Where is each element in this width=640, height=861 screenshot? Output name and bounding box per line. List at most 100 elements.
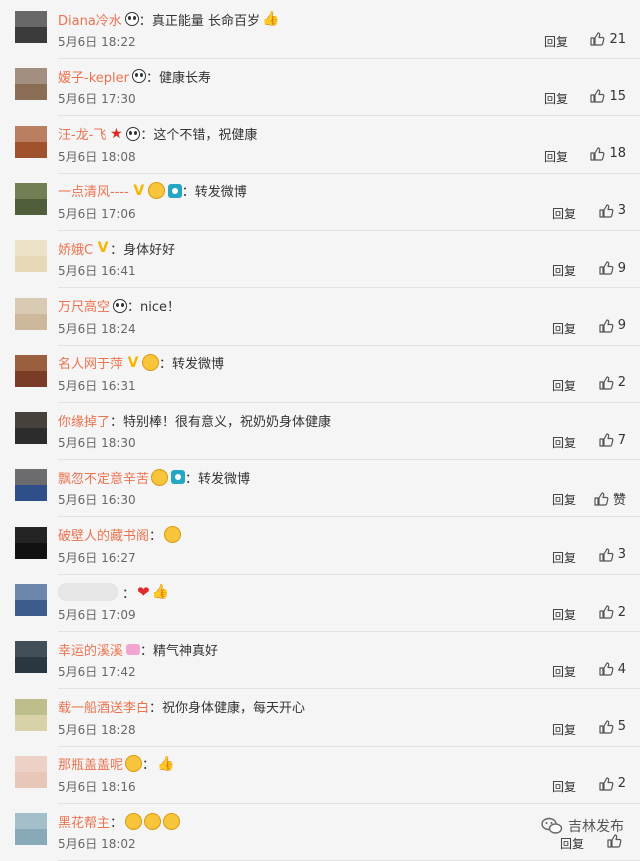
star-badge-icon: ★ — [109, 127, 123, 141]
username-link[interactable]: 你缘掉了 — [58, 411, 110, 430]
username-link[interactable]: 载一船酒送李白 — [58, 697, 149, 716]
like-button[interactable]: 21 — [589, 31, 626, 47]
username-link[interactable]: 一点清风---- — [58, 181, 129, 200]
avatar[interactable] — [15, 813, 47, 845]
username-link[interactable]: 嫒子-kepler — [58, 67, 129, 86]
like-count: 2 — [618, 375, 626, 390]
thumbs-up-icon — [598, 547, 618, 563]
username-link[interactable]: 幸运的溪溪 — [58, 640, 123, 659]
thumbs-up-icon — [598, 719, 618, 735]
avatar[interactable] — [15, 11, 47, 43]
username-link[interactable]: 那瓶盖盖呢 — [58, 754, 123, 773]
like-button[interactable]: 9 — [598, 318, 626, 334]
like-button[interactable]: 9 — [598, 260, 626, 276]
avatar[interactable] — [15, 183, 47, 215]
like-count: 9 — [618, 261, 626, 276]
like-button[interactable]: 3 — [598, 547, 626, 563]
separator: ： — [127, 296, 140, 315]
comment-row: Diana冷水：真正能量 长命百岁👍5月6日 18:22回复21 — [0, 2, 640, 59]
comment-time: 5月6日 17:30 — [58, 90, 136, 107]
reply-button[interactable]: 回复 — [544, 148, 568, 165]
avatar[interactable] — [15, 584, 47, 616]
username-link[interactable]: 万尺高空 — [58, 296, 110, 315]
username-link[interactable]: 名人网于萍 — [58, 353, 123, 372]
comment-row: 那瓶盖盖呢：👍5月6日 18:16回复2 — [0, 747, 640, 804]
reply-button[interactable]: 回复 — [552, 320, 576, 337]
like-button[interactable]: 2 — [598, 776, 626, 792]
username-link[interactable]: 黑花帮主 — [58, 812, 110, 831]
reply-button[interactable]: 回复 — [560, 835, 584, 852]
avatar[interactable] — [15, 756, 47, 788]
comment-line: 黑花帮主： — [58, 812, 180, 830]
avatar[interactable] — [15, 126, 47, 158]
comment-line: 一点清风----V：转发微博 — [58, 182, 247, 200]
like-count: 4 — [618, 662, 626, 677]
comment-time: 5月6日 17:09 — [58, 606, 136, 623]
like-button[interactable]: 15 — [589, 88, 626, 104]
comment-time: 5月6日 16:27 — [58, 549, 136, 566]
reply-button[interactable]: 回复 — [552, 205, 576, 222]
comment-list: Diana冷水：真正能量 长命百岁👍5月6日 18:22回复21嫒子-keple… — [0, 0, 640, 852]
separator: ： — [149, 525, 162, 544]
separator: ： — [110, 411, 123, 430]
reply-button[interactable]: 回复 — [544, 33, 568, 50]
avatar[interactable] — [15, 68, 47, 100]
thumbs-up-icon — [589, 146, 609, 162]
like-button[interactable]: 5 — [598, 719, 626, 735]
reply-button[interactable]: 回复 — [552, 606, 576, 623]
like-button[interactable]: 7 — [598, 432, 626, 448]
watermark: 吉林发布 — [541, 816, 624, 836]
username-link[interactable]: Diana冷水 — [58, 10, 122, 29]
avatar[interactable] — [15, 699, 47, 731]
comment-time: 5月6日 18:30 — [58, 434, 136, 451]
comment-line: 飘忽不定意辛苦：转发微博 — [58, 468, 250, 486]
blurred-username — [58, 583, 118, 601]
reply-button[interactable]: 回复 — [552, 663, 576, 680]
camera-badge-icon — [171, 470, 185, 484]
thumbs-up-icon — [598, 604, 618, 620]
like-button[interactable]: 3 — [598, 203, 626, 219]
comment-time: 5月6日 18:08 — [58, 148, 136, 165]
reply-button[interactable]: 回复 — [552, 434, 576, 451]
like-button[interactable]: 赞 — [593, 489, 626, 508]
reply-button[interactable]: 回复 — [544, 90, 568, 107]
username-link[interactable]: 飘忽不定意辛苦 — [58, 468, 149, 487]
username-link[interactable]: 破壁人的藏书阁 — [58, 525, 149, 544]
like-button[interactable]: 4 — [598, 661, 626, 677]
username-link[interactable]: 汪-龙-飞 — [58, 124, 106, 143]
emoji-face-icon — [163, 813, 180, 830]
reply-button[interactable]: 回复 — [552, 549, 576, 566]
thumbs-up-emoji-icon: 👍 — [157, 756, 174, 772]
avatar[interactable] — [15, 527, 47, 559]
like-button[interactable]: 18 — [589, 146, 626, 162]
avatar[interactable] — [15, 355, 47, 387]
thumbs-up-emoji-icon: 👍 — [152, 584, 169, 600]
separator: ： — [142, 754, 155, 773]
like-button[interactable]: 2 — [598, 604, 626, 620]
avatar[interactable] — [15, 298, 47, 330]
thumbs-up-icon — [598, 432, 618, 448]
reply-button[interactable]: 回复 — [552, 491, 576, 508]
comment-line: 嫒子-kepler：健康长寿 — [58, 67, 211, 85]
avatar[interactable] — [15, 412, 47, 444]
like-button[interactable]: 2 — [598, 375, 626, 391]
username-link[interactable]: 娇娥C — [58, 239, 93, 258]
avatar[interactable] — [15, 240, 47, 272]
thumbs-up-icon — [598, 375, 618, 391]
camera-badge-icon — [168, 184, 182, 198]
wechat-icon — [541, 817, 563, 835]
reply-button[interactable]: 回复 — [552, 262, 576, 279]
heart-emoji-icon: ❤ — [137, 583, 150, 601]
avatar[interactable] — [15, 469, 47, 501]
like-count: 7 — [618, 433, 626, 448]
reply-button[interactable]: 回复 — [552, 778, 576, 795]
reply-button[interactable]: 回复 — [552, 377, 576, 394]
reply-button[interactable]: 回复 — [552, 721, 576, 738]
comment-time: 5月6日 17:06 — [58, 205, 136, 222]
avatar[interactable] — [15, 641, 47, 673]
thumbs-up-emoji-icon: 👍 — [262, 11, 279, 27]
like-count: 3 — [618, 547, 626, 562]
thumbs-up-icon — [598, 260, 618, 276]
comment-line: 汪-龙-飞★：这个不错，祝健康 — [58, 125, 257, 143]
comment-line: ：❤👍 — [58, 583, 169, 601]
